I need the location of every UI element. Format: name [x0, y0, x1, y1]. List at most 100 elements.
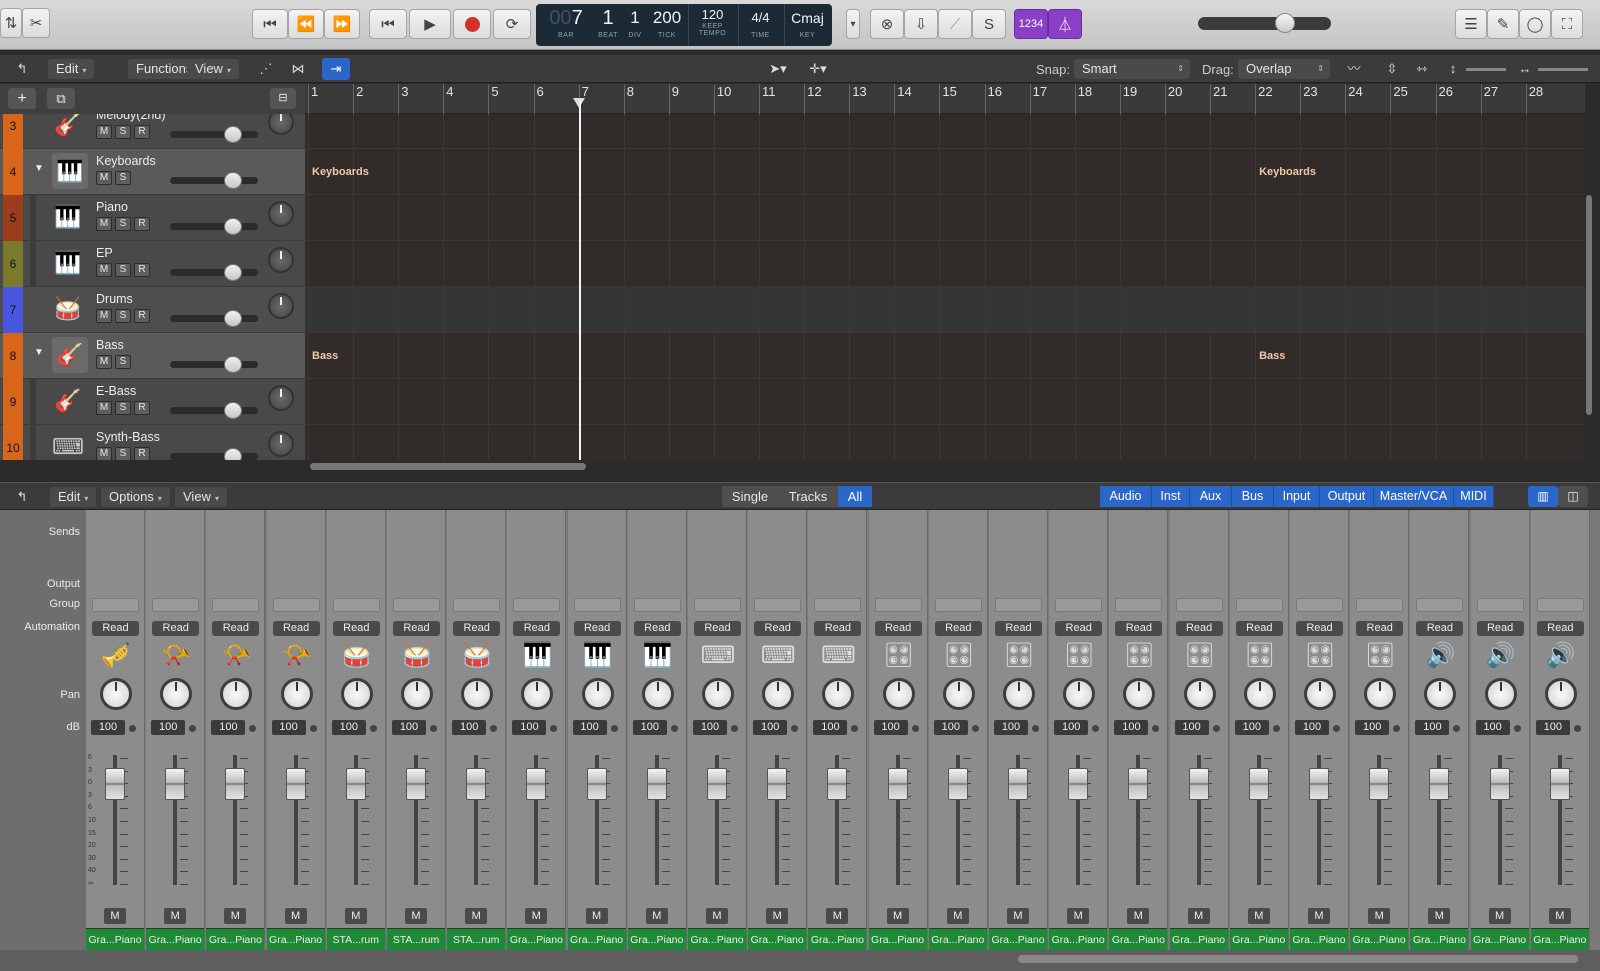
mute-button[interactable]: M — [344, 908, 367, 924]
pan-knob[interactable] — [1183, 678, 1216, 710]
volume-fader[interactable] — [947, 768, 968, 800]
list-editors-icon[interactable]: ☰ — [1455, 9, 1487, 39]
master-volume-thumb[interactable] — [1274, 13, 1295, 33]
pan-knob[interactable] — [521, 678, 554, 710]
volume-fader[interactable] — [1188, 768, 1209, 800]
mute-button[interactable]: M — [96, 125, 112, 139]
track-header[interactable]: 9 🎸 E-Bass M S R — [0, 379, 305, 425]
record-enable-button[interactable]: R — [134, 125, 150, 139]
automation-mode-button[interactable]: Read — [1296, 621, 1343, 636]
db-readout[interactable]: 100 — [933, 720, 968, 735]
volume-fader[interactable] — [526, 768, 547, 800]
track-lane[interactable] — [305, 425, 1585, 460]
group-slot[interactable] — [874, 598, 922, 612]
disclosure-triangle-icon[interactable]: ▼ — [34, 163, 44, 174]
automation-mode-button[interactable]: Read — [754, 621, 802, 636]
mute-button[interactable]: M — [645, 908, 668, 924]
vertical-zoom-slider[interactable] — [1466, 68, 1506, 71]
track-volume-thumb[interactable] — [224, 218, 242, 235]
mute-button[interactable]: M — [96, 401, 112, 415]
track-header[interactable]: 6 🎹 EP M S R — [0, 241, 305, 287]
mute-button[interactable]: M — [525, 908, 548, 924]
channel-name[interactable]: Gra...Piano — [1530, 928, 1589, 950]
track-name[interactable]: Synth-Bass — [96, 430, 160, 444]
group-slot[interactable] — [1055, 598, 1103, 612]
pan-knob[interactable] — [942, 678, 975, 710]
notepad-icon[interactable]: ✎ — [1487, 9, 1519, 39]
volume-fader[interactable] — [1309, 768, 1329, 800]
volume-fader[interactable] — [1489, 768, 1510, 800]
pan-knob[interactable] — [220, 678, 253, 710]
solo-button[interactable]: S — [115, 125, 131, 139]
add-track-icon[interactable]: + — [8, 88, 36, 109]
disclosure-triangle-icon[interactable]: ▼ — [34, 347, 44, 358]
automation-mode-button[interactable]: Read — [152, 621, 200, 636]
mute-button[interactable]: M — [96, 447, 112, 460]
track-volume-slider[interactable] — [170, 310, 258, 327]
horizontal-zoom-icon[interactable]: ↔ — [1515, 58, 1535, 80]
group-slot[interactable] — [152, 598, 200, 612]
fast-forward-button[interactable]: ⏩ — [324, 9, 360, 39]
channel-name[interactable]: Gra...Piano — [567, 928, 626, 950]
automation-mode-button[interactable]: Read — [1416, 621, 1464, 636]
mute-button[interactable]: M — [766, 908, 789, 924]
pan-knob[interactable] — [882, 678, 915, 710]
group-slot[interactable] — [1536, 598, 1584, 612]
edit-menu[interactable]: Edit ▾ — [48, 59, 95, 79]
playhead[interactable] — [578, 100, 581, 460]
automation-icon[interactable]: ⋰ — [252, 58, 280, 80]
rewind-to-start-button[interactable]: ⏮ — [252, 9, 288, 39]
group-slot[interactable] — [1296, 598, 1343, 612]
group-slot[interactable] — [694, 598, 741, 612]
db-readout[interactable]: 100 — [813, 720, 848, 735]
mute-button[interactable]: M — [284, 908, 307, 924]
track-pan-knob[interactable] — [268, 247, 294, 273]
automation-mode-button[interactable]: Read — [92, 621, 139, 636]
volume-fader[interactable] — [345, 768, 366, 800]
automation-mode-button[interactable]: Read — [1476, 621, 1524, 636]
group-slot[interactable] — [633, 598, 681, 612]
mute-button[interactable]: M — [96, 217, 112, 231]
track-name[interactable]: Keyboards — [96, 154, 156, 168]
automation-mode-button[interactable]: Read — [1175, 621, 1223, 636]
db-readout[interactable]: 100 — [1234, 720, 1269, 735]
track-volume-thumb[interactable] — [224, 402, 242, 419]
solo-button[interactable]: S — [115, 401, 131, 415]
fit-vertical-icon[interactable]: ⇳ — [1378, 58, 1406, 80]
record-enable-button[interactable]: R — [134, 263, 150, 277]
volume-fader[interactable] — [1008, 768, 1028, 800]
vertical-scrollbar[interactable] — [1586, 195, 1592, 415]
db-readout[interactable]: 100 — [151, 720, 186, 735]
mute-button[interactable]: M — [706, 908, 728, 924]
db-readout[interactable]: 100 — [753, 720, 788, 735]
view-single-tab[interactable]: Single — [722, 486, 778, 507]
mute-button[interactable]: M — [1368, 908, 1391, 924]
group-slot[interactable] — [573, 598, 621, 612]
region-label[interactable]: Keyboards — [1259, 166, 1316, 178]
pan-knob[interactable] — [1003, 678, 1035, 710]
group-slot[interactable] — [934, 598, 982, 612]
solo-button[interactable]: S — [115, 263, 131, 277]
automation-mode-button[interactable]: Read — [1055, 621, 1103, 636]
group-slot[interactable] — [332, 598, 380, 612]
channel-name[interactable]: Gra...Piano — [627, 928, 686, 950]
mute-button[interactable]: M — [96, 171, 112, 185]
pencil-tool-icon[interactable]: ✛▾ — [800, 58, 836, 80]
pan-knob[interactable] — [822, 678, 855, 710]
region-label[interactable]: Keyboards — [312, 166, 369, 178]
channel-name[interactable]: Gra...Piano — [1410, 928, 1469, 950]
track-header[interactable]: 5 🎹 Piano M S R — [0, 195, 305, 241]
channel-name[interactable]: STA...rum — [447, 928, 506, 950]
channel-name[interactable]: Gra...Piano — [206, 928, 265, 950]
catch-playhead-icon[interactable]: ⇥ — [322, 58, 350, 80]
channel-name[interactable]: Gra...Piano — [507, 928, 566, 950]
pan-knob[interactable] — [340, 678, 373, 710]
track-volume-thumb[interactable] — [224, 172, 242, 189]
filter-midi-button[interactable]: MIDI — [1454, 486, 1494, 507]
track-volume-thumb[interactable] — [224, 310, 242, 327]
automation-mode-button[interactable]: Read — [874, 621, 922, 636]
rewind-button[interactable]: ⏪ — [288, 9, 324, 39]
db-readout[interactable]: 100 — [572, 720, 607, 735]
channel-name[interactable]: STA...rum — [387, 928, 445, 950]
mute-button[interactable]: M — [1007, 908, 1029, 924]
